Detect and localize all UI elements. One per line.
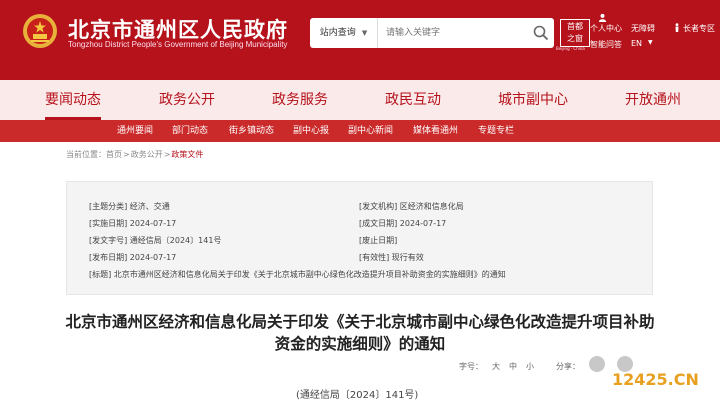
breadcrumb-label: 当前位置： (66, 150, 106, 159)
meta-issuer: [发文机构] 区经济和信息化局 (359, 202, 464, 211)
main-nav-open-tongzhou[interactable]: 开放通州 (625, 80, 681, 120)
main-nav: 要闻动态 政务公开 政务服务 政民互动 城市副中心 开放通州 (0, 80, 720, 120)
capital-window-logo[interactable]: 首都 之窗 (560, 19, 590, 47)
meta-publish-date: [发布日期] 2024-07-17 (89, 253, 177, 262)
font-size-large-button[interactable]: 大 (492, 362, 500, 371)
sub-nav: 通州要闻 部门动态 街乡镇动态 副中心报 副中心新闻 媒体看通州 专题专栏 (0, 120, 720, 142)
meta-title: [标题] 北京市通州区经济和信息化局关于印发《关于北京城市副中心绿色化改造提升项… (89, 270, 506, 279)
font-size-control: 字号： 大中小 (459, 361, 543, 372)
chevron-down-icon: ▼ (361, 29, 368, 37)
main-nav-gov-affairs[interactable]: 政务公开 (159, 80, 215, 120)
sub-nav-item[interactable]: 副中心新闻 (348, 120, 393, 142)
sub-nav-item[interactable]: 媒体看通州 (413, 120, 458, 142)
user-icon (598, 13, 607, 22)
sub-nav-item[interactable]: 副中心报 (293, 120, 329, 142)
search-box: 站内查询 ▼ (310, 18, 554, 48)
breadcrumb-gov-affairs[interactable]: 政务公开 (131, 150, 163, 159)
breadcrumb-home[interactable]: 首页 (106, 150, 122, 159)
breadcrumb-separator: > (123, 150, 130, 159)
meta-doc-number: [发文字号] 通经信局〔2024〕141号 (89, 236, 222, 245)
font-size-small-button[interactable]: 小 (526, 362, 534, 371)
meta-formed-date: [成文日期] 2024-07-17 (359, 219, 447, 228)
document-number: (通经信局〔2024〕141号) (296, 390, 419, 401)
share-label: 分享： (556, 362, 580, 371)
language-chevron-icon[interactable]: ▼ (648, 39, 653, 46)
main-nav-sub-center[interactable]: 城市副中心 (498, 80, 568, 120)
personal-center-link[interactable]: 个人中心 (590, 23, 622, 34)
capital-window-subtitle: Beijing · China (556, 46, 585, 51)
breadcrumb: 当前位置：首页>政务公开>政策文件 (66, 149, 203, 160)
share-weibo-icon[interactable] (589, 356, 605, 372)
meta-topic: [主题分类] 经济、交通 (89, 202, 170, 211)
meta-validity: [有效性] 现行有效 (359, 253, 424, 262)
sub-nav-item[interactable]: 部门动态 (172, 120, 208, 142)
national-emblem-icon[interactable] (22, 12, 58, 50)
sub-nav-item[interactable]: 专题专栏 (478, 120, 514, 142)
page-title: 北京市通州区经济和信息化局关于印发《关于北京城市副中心绿色化改造提升项目补助资金… (65, 313, 655, 353)
meta-effective-date: [实施日期] 2024-07-17 (89, 219, 177, 228)
breadcrumb-separator: > (163, 150, 171, 159)
sub-nav-item[interactable]: 通州要闻 (117, 120, 153, 142)
search-icon[interactable] (532, 24, 550, 42)
font-size-medium-button[interactable]: 中 (509, 362, 517, 371)
font-size-label: 字号： (459, 362, 483, 371)
breadcrumb-policy-docs[interactable]: 政策文件 (171, 150, 203, 159)
search-input[interactable] (386, 25, 526, 41)
main-nav-services[interactable]: 政务服务 (272, 80, 328, 120)
smart-qa-link[interactable]: 智能问答 (590, 39, 622, 50)
document-metadata-box: [主题分类] 经济、交通 [发文机构] 区经济和信息化局 [实施日期] 2024… (66, 181, 653, 295)
watermark-text: 12425.CN (612, 370, 699, 389)
accessibility-link[interactable]: 无障碍 (631, 23, 655, 34)
language-link[interactable]: EN (631, 39, 642, 48)
elder-icon (675, 23, 679, 32)
site-header: 北京市通州区人民政府 Tongzhou District People's Go… (0, 0, 720, 80)
main-nav-news[interactable]: 要闻动态 (45, 80, 101, 120)
elder-mode-link[interactable]: 长者专区 (683, 23, 715, 34)
site-name-en: Tongzhou District People's Government of… (68, 40, 288, 49)
sub-nav-item[interactable]: 街乡镇动态 (229, 120, 274, 142)
main-nav-interaction[interactable]: 政民互动 (385, 80, 441, 120)
search-scope-select[interactable]: 站内查询 ▼ (310, 18, 378, 48)
meta-abolish-date: [废止日期] (359, 236, 398, 245)
